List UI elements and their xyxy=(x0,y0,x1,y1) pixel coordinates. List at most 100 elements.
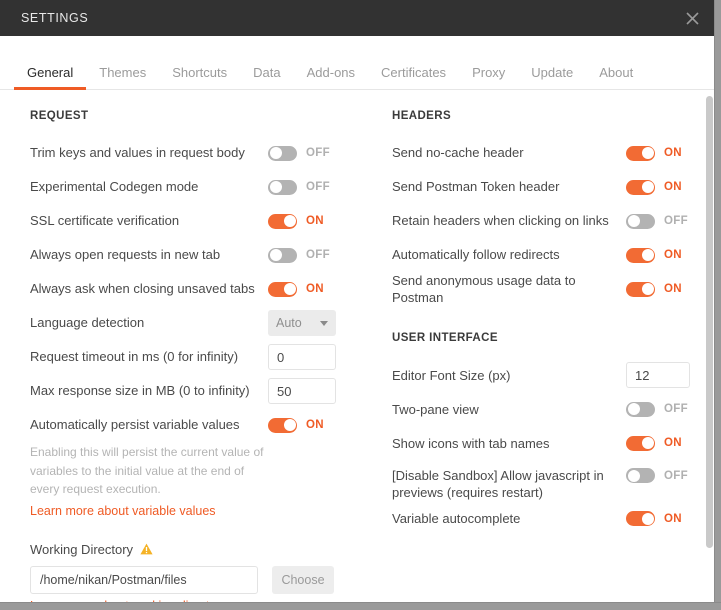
scrollbar-thumb[interactable] xyxy=(706,96,713,548)
toggle-anonymous-usage-data[interactable]: ON xyxy=(626,281,682,297)
setting-label: SSL certificate verification xyxy=(30,213,180,229)
toggle-state-label: ON xyxy=(664,437,682,450)
toggle-knob xyxy=(627,215,640,227)
toggle-state-label: ON xyxy=(664,283,682,296)
toggle-pill xyxy=(268,213,297,229)
setting-label: Send Postman Token header xyxy=(392,179,560,195)
setting-row-request-timeout: Request timeout in ms (0 for infinity) xyxy=(30,340,360,374)
setting-row-show-icons-tab-names: Show icons with tab names ON xyxy=(392,426,712,460)
request-settings-column: REQUEST Trim keys and values in request … xyxy=(0,110,360,602)
chevron-down-icon xyxy=(320,320,328,326)
setting-label: Send no-cache header xyxy=(392,145,524,161)
toggle-pill xyxy=(626,281,655,297)
setting-row-follow-redirects: Automatically follow redirects ON xyxy=(392,238,712,272)
toggle-state-label: ON xyxy=(306,419,324,431)
toggle-pill xyxy=(268,281,297,297)
setting-label: Max response size in MB (0 to infinity) xyxy=(30,383,250,399)
working-directory-block: Working Directory Choose xyxy=(30,542,360,602)
learn-more-variable-values-link[interactable]: Learn more about variable values xyxy=(30,504,216,518)
setting-control: ON xyxy=(626,145,712,161)
setting-control xyxy=(626,362,712,389)
headers-ui-settings-column: HEADERS Send no-cache header ON Send Pos… xyxy=(360,110,712,602)
toggle-postman-token-header[interactable]: ON xyxy=(626,179,682,195)
toggle-no-cache-header[interactable]: ON xyxy=(626,145,682,161)
toggle-pill xyxy=(626,468,655,484)
setting-row-variable-autocomplete: Variable autocomplete ON xyxy=(392,502,712,536)
close-button[interactable] xyxy=(670,0,714,36)
setting-control: OFF xyxy=(626,401,712,417)
toggle-show-icons-tab-names[interactable]: ON xyxy=(626,435,682,451)
setting-control: OFF xyxy=(626,467,712,484)
setting-control xyxy=(268,344,360,370)
setting-row-persist-variables: Automatically persist variable values ON xyxy=(30,408,360,442)
toggle-pill xyxy=(626,401,655,417)
toggle-retain-headers[interactable]: OFF xyxy=(626,213,688,229)
window-right-border xyxy=(714,0,721,610)
toggle-two-pane-view[interactable]: OFF xyxy=(626,401,688,417)
warning-triangle-icon xyxy=(140,543,153,555)
toggle-pill xyxy=(626,247,655,263)
toggle-state-label: ON xyxy=(664,512,682,525)
setting-label: Retain headers when clicking on links xyxy=(392,213,609,229)
setting-control: ON xyxy=(268,281,360,297)
setting-label: Two-pane view xyxy=(392,401,479,417)
tab-about[interactable]: About xyxy=(586,66,646,89)
setting-control: OFF xyxy=(268,247,360,263)
toggle-ssl-verification[interactable]: ON xyxy=(268,213,324,229)
settings-tabbar: General Themes Shortcuts Data Add-ons Ce… xyxy=(0,36,714,90)
toggle-open-new-tab[interactable]: OFF xyxy=(268,247,330,263)
setting-label: Variable autocomplete xyxy=(392,511,521,527)
working-directory-input[interactable] xyxy=(30,565,258,594)
toggle-knob xyxy=(627,469,640,482)
toggle-knob xyxy=(641,512,654,525)
toggle-state-label: OFF xyxy=(664,215,688,227)
setting-label: Trim keys and values in request body xyxy=(30,145,245,161)
choose-directory-button[interactable]: Choose xyxy=(272,565,334,594)
tab-add-ons[interactable]: Add-ons xyxy=(294,66,368,89)
toggle-variable-autocomplete[interactable]: ON xyxy=(626,511,682,527)
setting-control: ON xyxy=(626,247,712,263)
tab-proxy[interactable]: Proxy xyxy=(459,66,518,89)
setting-row-ssl-verification: SSL certificate verification ON xyxy=(30,204,360,238)
working-directory-input-row: Choose xyxy=(30,565,360,594)
request-timeout-input[interactable] xyxy=(268,344,336,370)
toggle-codegen[interactable]: OFF xyxy=(268,179,330,195)
tab-shortcuts[interactable]: Shortcuts xyxy=(159,66,240,89)
tab-general[interactable]: General xyxy=(14,66,87,90)
toggle-state-label: ON xyxy=(306,283,324,295)
setting-control: OFF xyxy=(626,213,712,229)
setting-label: Request timeout in ms (0 for infinity) xyxy=(30,349,239,365)
max-response-size-input[interactable] xyxy=(268,378,336,404)
setting-row-two-pane-view: Two-pane view OFF xyxy=(392,392,712,426)
setting-label: Always ask when closing unsaved tabs xyxy=(30,281,255,297)
working-directory-label: Working Directory xyxy=(30,541,134,557)
tab-data[interactable]: Data xyxy=(240,66,293,89)
toggle-state-label: ON xyxy=(664,249,682,261)
toggle-state-label: OFF xyxy=(664,469,688,482)
tab-update[interactable]: Update xyxy=(518,66,586,89)
toggle-trim-keys[interactable]: OFF xyxy=(268,145,330,161)
setting-control: ON xyxy=(268,213,360,229)
setting-row-retain-headers: Retain headers when clicking on links OF… xyxy=(392,204,712,238)
toggle-knob xyxy=(269,181,282,193)
setting-row-anonymous-usage-data: Send anonymous usage data to Postman ON xyxy=(392,272,712,306)
toggle-disable-sandbox[interactable]: OFF xyxy=(626,468,688,484)
toggle-knob xyxy=(641,181,654,193)
language-detection-select[interactable]: Auto xyxy=(268,310,336,336)
setting-label: Show icons with tab names xyxy=(392,435,550,451)
setting-control xyxy=(268,378,360,404)
toggle-ask-unsaved-tabs[interactable]: ON xyxy=(268,281,324,297)
window-titlebar: SETTINGS xyxy=(0,0,714,36)
setting-row-ask-unsaved-tabs: Always ask when closing unsaved tabs ON xyxy=(30,272,360,306)
tab-certificates[interactable]: Certificates xyxy=(368,66,459,89)
setting-control: ON xyxy=(268,417,360,433)
toggle-pill xyxy=(268,145,297,161)
editor-font-size-input[interactable] xyxy=(626,362,690,389)
tab-themes[interactable]: Themes xyxy=(86,66,159,89)
toggle-state-label: OFF xyxy=(306,181,330,193)
setting-row-language-detection: Language detection Auto xyxy=(30,306,360,340)
toggle-follow-redirects[interactable]: ON xyxy=(626,247,682,263)
toggle-persist-variables[interactable]: ON xyxy=(268,417,324,433)
toggle-knob xyxy=(283,283,296,295)
toggle-knob xyxy=(269,249,282,261)
